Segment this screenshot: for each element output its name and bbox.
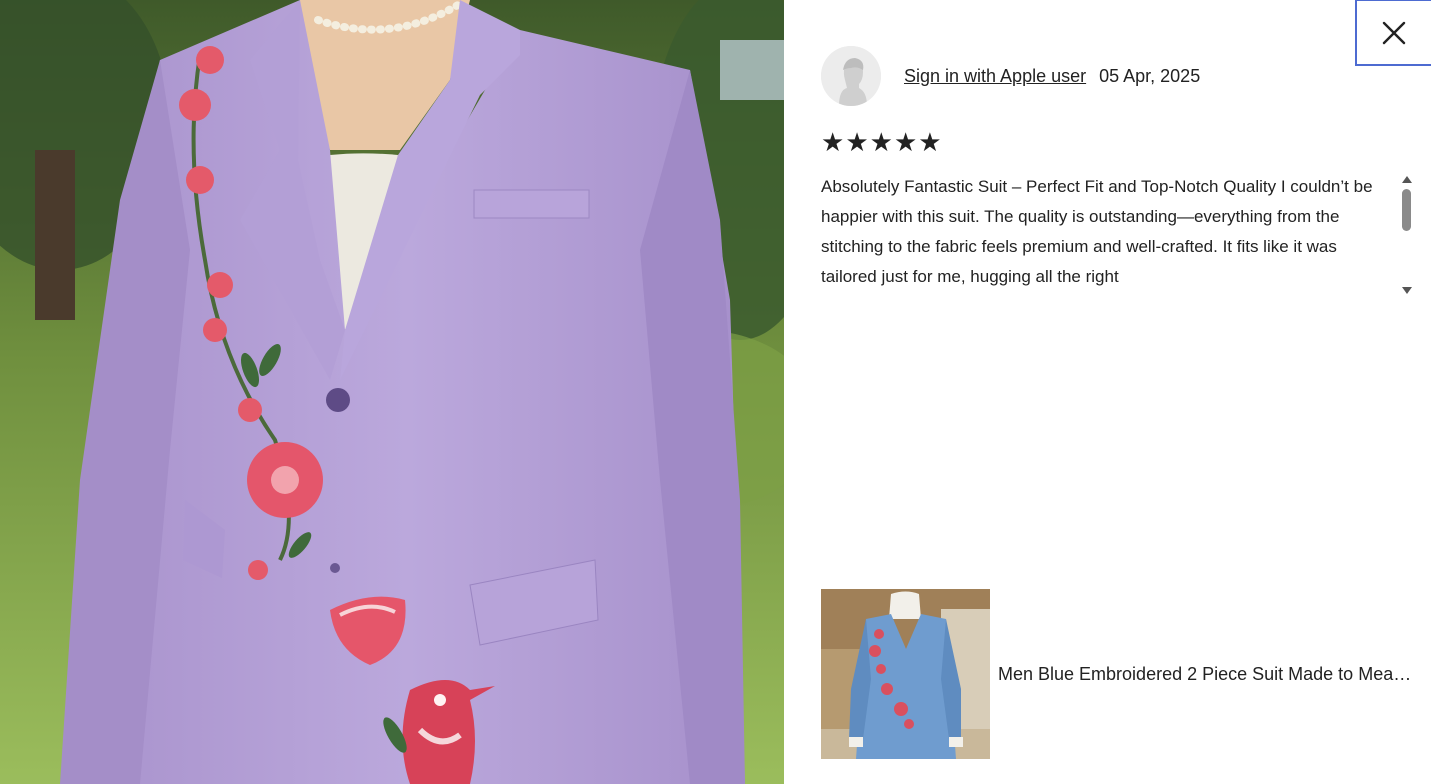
close-button[interactable] [1355,0,1431,66]
star-icon: ★ [821,128,845,158]
review-detail-panel: Sign in with Apple user 05 Apr, 2025 ★ ★… [784,0,1431,784]
reviewer-info: Sign in with Apple user 05 Apr, 2025 [821,46,1200,106]
product-thumbnail[interactable] [821,589,990,759]
reviewer-name-link[interactable]: Sign in with Apple user [904,66,1086,87]
product-thumbnail-image [821,589,990,759]
star-rating: ★ ★ ★ ★ ★ [821,130,942,156]
avatar-placeholder-icon [821,46,881,106]
product-title-link[interactable]: Men Blue Embroidered 2 Piece Suit Made t… [998,664,1418,685]
star-icon: ★ [869,128,893,158]
scroll-up-arrow-icon[interactable] [1402,176,1412,183]
review-date: 05 Apr, 2025 [1099,65,1201,86]
star-icon: ★ [918,128,942,158]
review-text-scroll-area[interactable]: Absolutely Fantastic Suit – Perfect Fit … [821,172,1414,292]
close-icon [1382,21,1406,44]
review-photo-image [0,0,784,784]
review-text: Absolutely Fantastic Suit – Perfect Fit … [821,177,1373,286]
star-icon: ★ [893,128,918,158]
review-photo [0,0,784,784]
scrollbar-thumb[interactable] [1402,189,1411,231]
avatar [821,46,881,106]
reviewed-product[interactable]: Men Blue Embroidered 2 Piece Suit Made t… [821,589,1421,759]
star-icon: ★ [845,128,869,158]
scroll-down-arrow-icon[interactable] [1402,287,1412,294]
review-scrollbar[interactable] [1400,172,1414,296]
